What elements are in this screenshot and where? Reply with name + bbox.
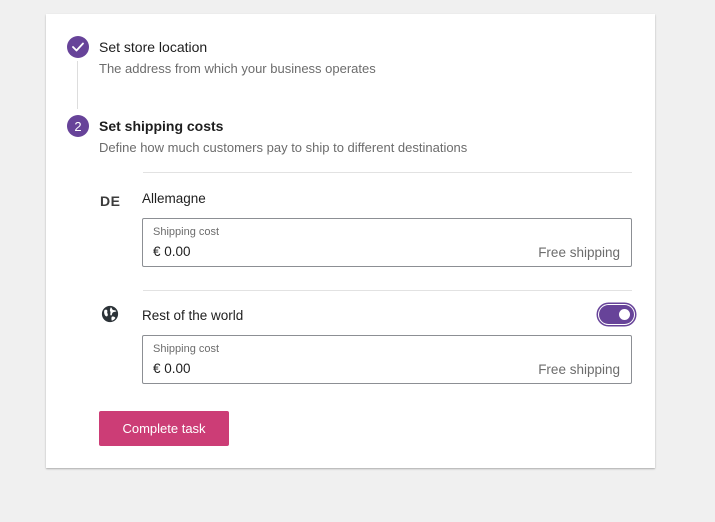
free-shipping-hint: Free shipping	[538, 245, 620, 260]
step-connector	[77, 61, 78, 109]
free-shipping-hint: Free shipping	[538, 362, 620, 377]
globe-icon	[101, 305, 119, 323]
step-description-store-location: The address from which your business ope…	[99, 61, 376, 76]
shipping-cost-label: Shipping cost	[153, 226, 220, 238]
step-title-shipping-costs: Set shipping costs	[99, 118, 224, 134]
check-icon	[67, 36, 89, 58]
shipping-cost-value[interactable]: € 0.00	[153, 361, 191, 376]
shipping-cost-label: Shipping cost	[153, 343, 220, 355]
country-code: DE	[100, 193, 121, 209]
shipping-cost-value[interactable]: € 0.00	[153, 244, 191, 259]
step-description-shipping-costs: Define how much customers pay to ship to…	[99, 140, 468, 155]
shipping-cost-field-allemagne[interactable]: Shipping cost € 0.00 Free shipping	[142, 218, 632, 267]
zone-name-rest-of-world: Rest of the world	[142, 308, 244, 323]
divider	[143, 290, 632, 291]
toggle-knob	[619, 309, 630, 320]
task-card: Set store location The address from whic…	[46, 14, 655, 468]
step-title-store-location[interactable]: Set store location	[99, 39, 207, 55]
step-number-badge: 2	[67, 115, 89, 137]
divider	[143, 172, 632, 173]
complete-task-button[interactable]: Complete task	[99, 411, 229, 446]
shipping-cost-field-rest-of-world[interactable]: Shipping cost € 0.00 Free shipping	[142, 335, 632, 384]
zone-name-allemagne: Allemagne	[142, 191, 206, 206]
rest-of-world-toggle[interactable]	[599, 305, 634, 324]
